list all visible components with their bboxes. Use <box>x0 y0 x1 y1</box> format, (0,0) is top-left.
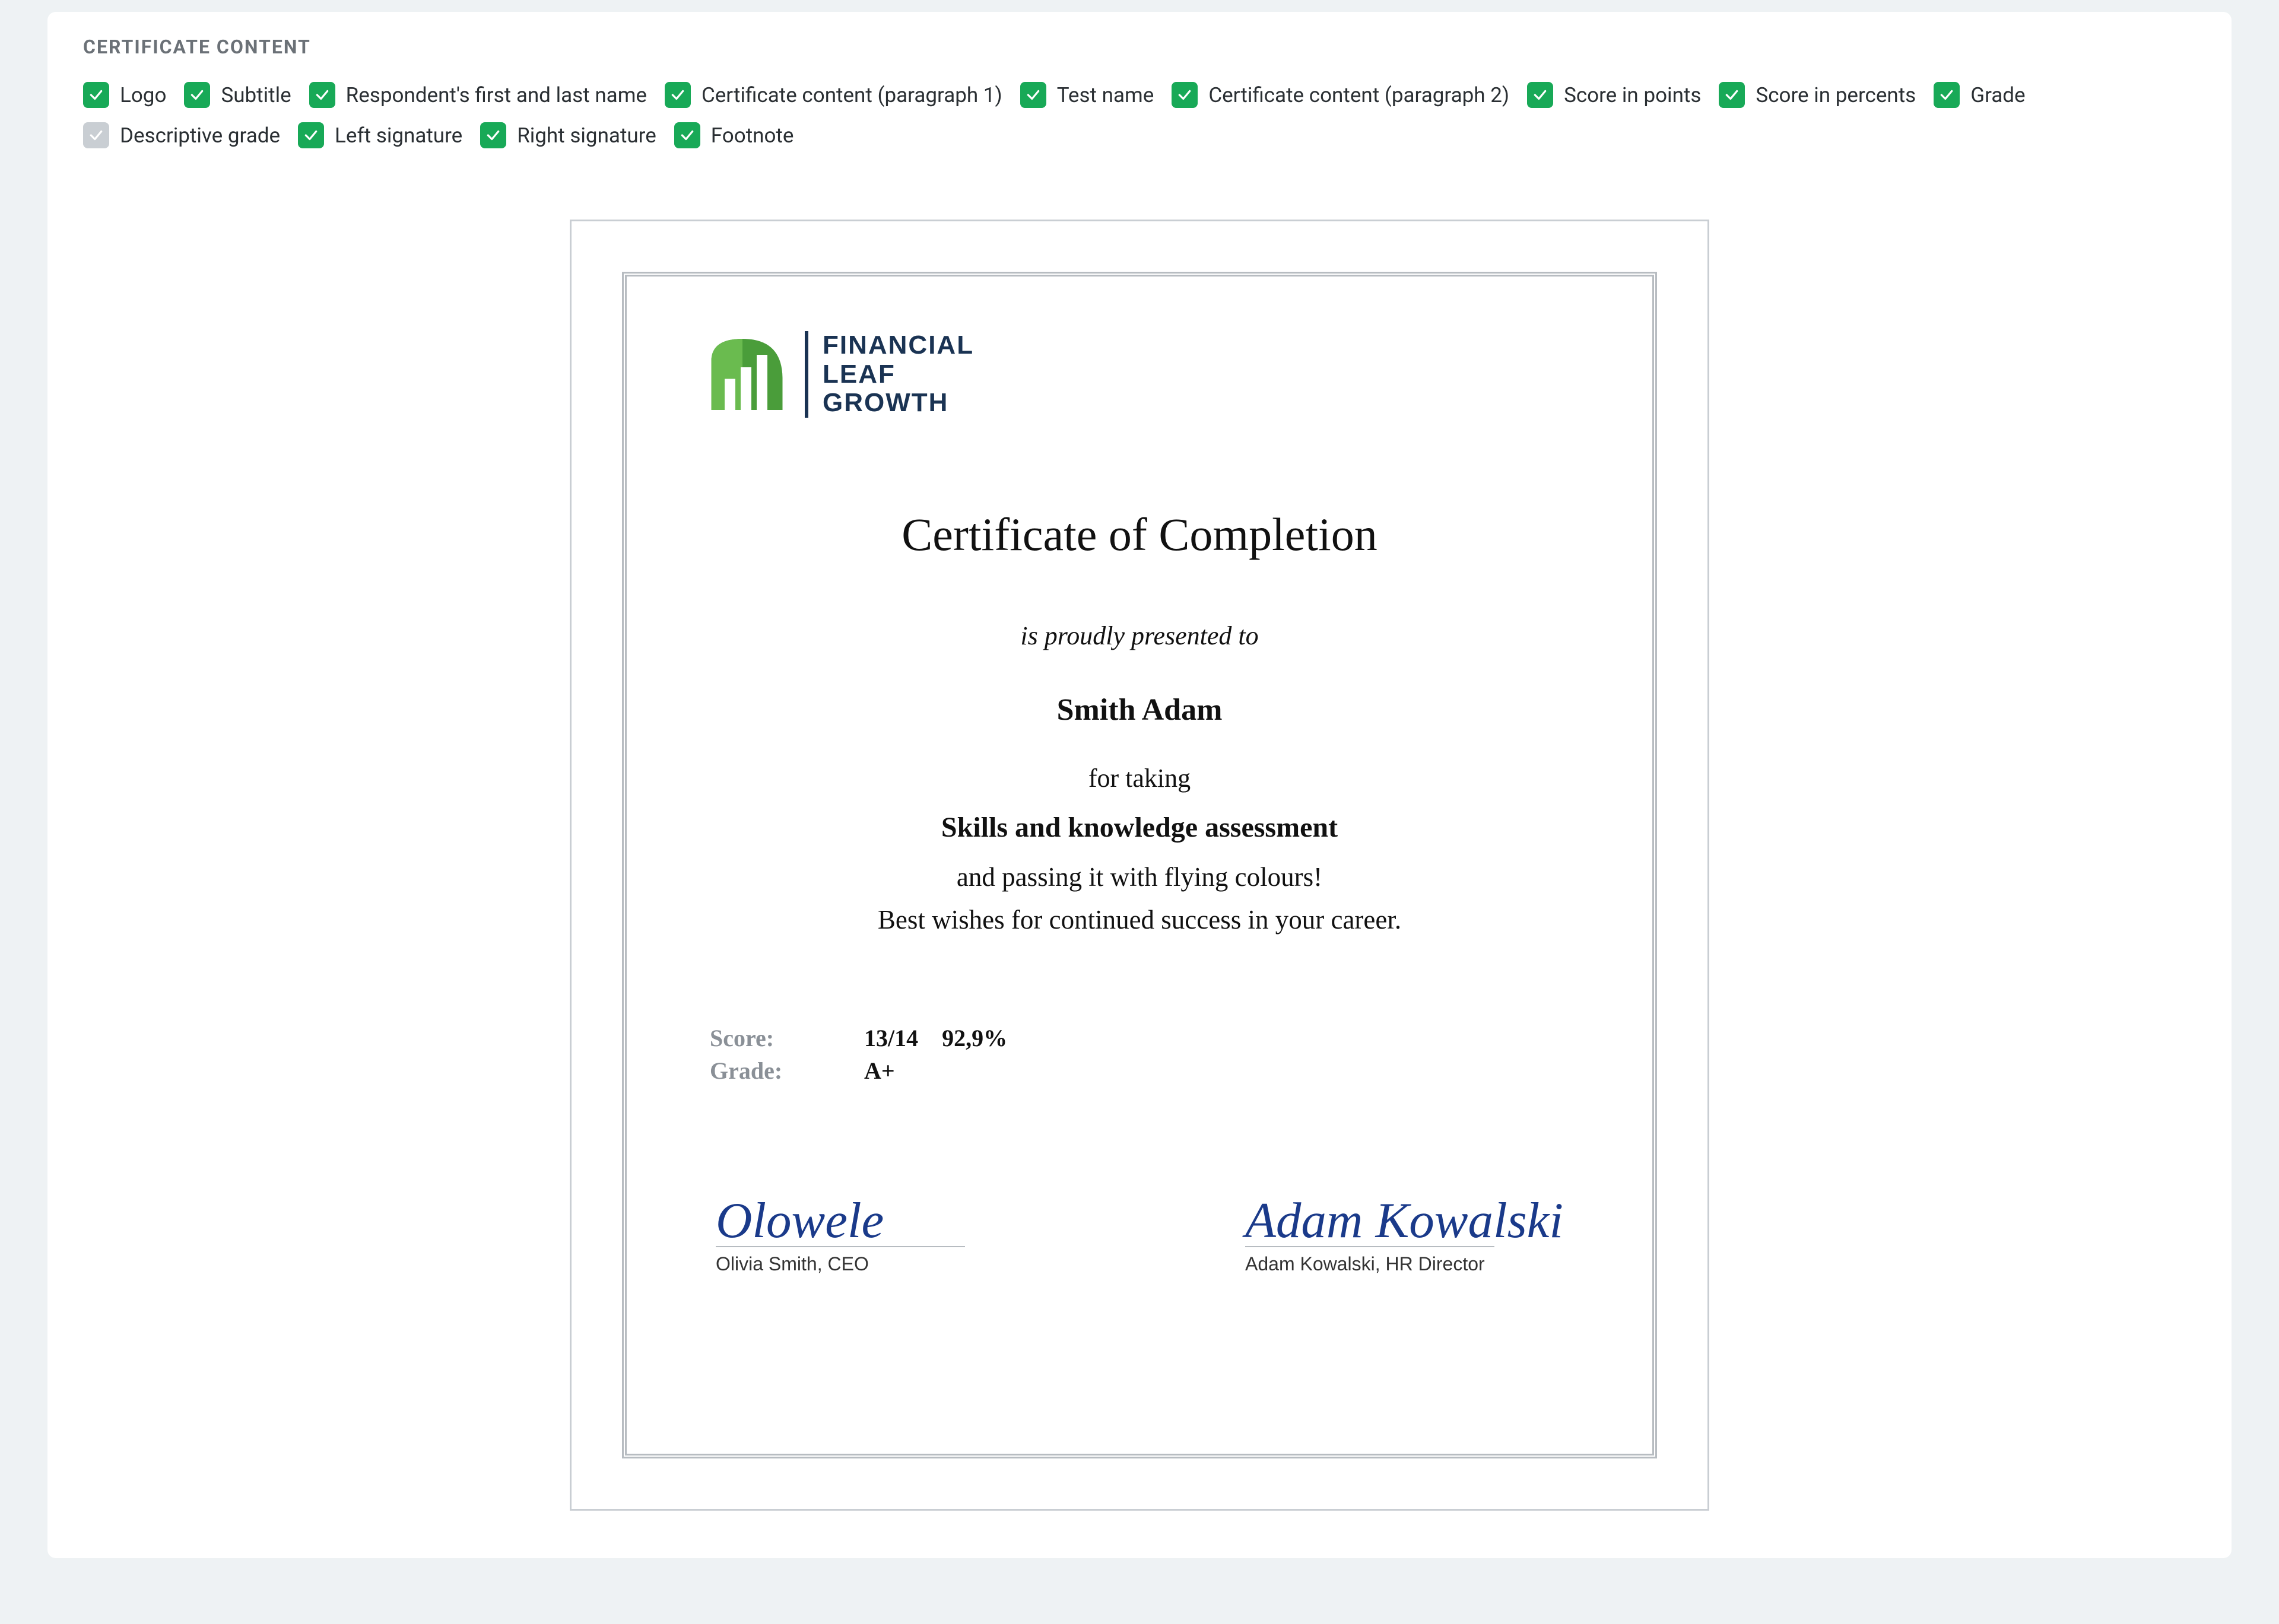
signature-row: Olowele Olivia Smith, CEO Adam Kowalski … <box>698 1191 1581 1275</box>
toggle-cert-para-2[interactable]: Certificate content (paragraph 2) <box>1172 82 1509 108</box>
grade-row: Grade: A+ <box>710 1057 1581 1085</box>
right-signature: Adam Kowalski Adam Kowalski, HR Director <box>1245 1191 1563 1275</box>
toggle-score-percent[interactable]: Score in percents <box>1719 82 1916 108</box>
score-percent: 92,9% <box>942 1024 1007 1052</box>
toggle-test-name[interactable]: Test name <box>1020 82 1154 108</box>
toggle-subtitle[interactable]: Subtitle <box>184 82 291 108</box>
checkbox-icon[interactable] <box>83 122 109 148</box>
checkbox-icon[interactable] <box>674 122 700 148</box>
certificate-preview: FINANCIAL LEAF GROWTH Certificate of Com… <box>570 220 1709 1511</box>
toggle-label: Grade <box>1970 83 2025 107</box>
toggle-label: Subtitle <box>221 83 291 107</box>
score-label: Score: <box>710 1024 864 1052</box>
left-signature-script: Olowele <box>716 1191 884 1250</box>
toggle-grade[interactable]: Grade <box>1934 82 2025 108</box>
score-grade-block: Score: 13/14 92,9% Grade: A+ <box>710 1024 1581 1085</box>
certificate-paragraph-2a: and passing it with flying colours! <box>698 862 1581 892</box>
toggle-score-points[interactable]: Score in points <box>1527 82 1701 108</box>
checkbox-icon[interactable] <box>1020 82 1046 108</box>
checkbox-icon[interactable] <box>1934 82 1960 108</box>
toggle-right-signature[interactable]: Right signature <box>480 122 656 148</box>
toggle-respondent-name[interactable]: Respondent's first and last name <box>309 82 647 108</box>
left-signature: Olowele Olivia Smith, CEO <box>716 1191 965 1275</box>
left-signature-line <box>716 1246 965 1247</box>
left-signature-caption: Olivia Smith, CEO <box>716 1253 869 1275</box>
right-signature-caption: Adam Kowalski, HR Director <box>1245 1253 1485 1275</box>
certificate-subtitle: is proudly presented to <box>698 621 1581 651</box>
checkbox-icon[interactable] <box>184 82 210 108</box>
checkbox-icon[interactable] <box>480 122 506 148</box>
score-points: 13/14 <box>864 1024 918 1052</box>
logo-text: FINANCIAL LEAF GROWTH <box>805 331 974 417</box>
grade-value: A+ <box>864 1057 895 1085</box>
certificate-logo: FINANCIAL LEAF GROWTH <box>698 330 1581 419</box>
test-name: Skills and knowledge assessment <box>698 811 1581 844</box>
toggle-logo[interactable]: Logo <box>83 82 166 108</box>
content-toggle-row: Logo Subtitle Respondent's first and last … <box>83 82 2196 148</box>
toggle-label: Score in percents <box>1756 83 1916 107</box>
logo-word-1: FINANCIAL <box>823 331 974 360</box>
respondent-name: Smith Adam <box>698 692 1581 727</box>
toggle-label: Certificate content (paragraph 2) <box>1208 83 1509 107</box>
toggle-descriptive-grade[interactable]: Descriptive grade <box>83 122 280 148</box>
toggle-label: Logo <box>120 83 166 107</box>
toggle-label: Test name <box>1057 83 1154 107</box>
leaf-chart-icon <box>698 330 787 419</box>
checkbox-icon[interactable] <box>83 82 109 108</box>
logo-word-2: LEAF <box>823 360 974 389</box>
right-signature-script: Adam Kowalski <box>1245 1191 1563 1250</box>
toggle-left-signature[interactable]: Left signature <box>298 122 462 148</box>
score-row: Score: 13/14 92,9% <box>710 1024 1581 1052</box>
toggle-cert-para-1[interactable]: Certificate content (paragraph 1) <box>665 82 1002 108</box>
certificate-paragraph-2b: Best wishes for continued success in you… <box>698 904 1581 935</box>
checkbox-icon[interactable] <box>1719 82 1745 108</box>
certificate-title: Certificate of Completion <box>698 508 1581 561</box>
certificate-content-panel: CERTIFICATE CONTENT Logo Subtitle Responde… <box>47 12 2232 1558</box>
checkbox-icon[interactable] <box>1172 82 1198 108</box>
toggle-label: Certificate content (paragraph 1) <box>702 83 1002 107</box>
toggle-label: Left signature <box>335 123 462 148</box>
certificate-paragraph-1: for taking <box>698 763 1581 793</box>
certificate-inner: FINANCIAL LEAF GROWTH Certificate of Com… <box>622 272 1657 1458</box>
checkbox-icon[interactable] <box>665 82 691 108</box>
section-heading: CERTIFICATE CONTENT <box>83 36 2196 58</box>
toggle-footnote[interactable]: Footnote <box>674 122 794 148</box>
toggle-label: Respondent's first and last name <box>346 83 647 107</box>
grade-label: Grade: <box>710 1057 864 1085</box>
right-signature-line <box>1245 1246 1494 1247</box>
checkbox-icon[interactable] <box>309 82 335 108</box>
checkbox-icon[interactable] <box>298 122 324 148</box>
checkbox-icon[interactable] <box>1527 82 1553 108</box>
toggle-label: Descriptive grade <box>120 123 280 148</box>
toggle-label: Footnote <box>711 123 794 148</box>
toggle-label: Score in points <box>1564 83 1701 107</box>
toggle-label: Right signature <box>517 123 656 148</box>
logo-word-3: GROWTH <box>823 389 974 417</box>
